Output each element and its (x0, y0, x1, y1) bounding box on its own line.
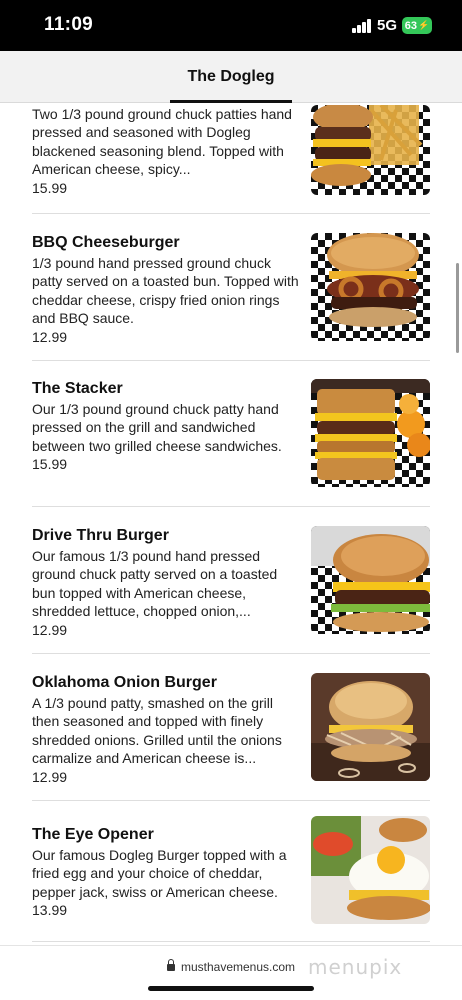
url-text: musthavemenus.com (180, 960, 296, 974)
restaurant-title[interactable]: The Dogleg (0, 68, 462, 86)
menu-item-price: 12.99 (32, 768, 68, 785)
battery-level: 63 (404, 19, 418, 32)
menu-item-price: 13.99 (32, 902, 68, 919)
scroll-indicator[interactable] (456, 263, 459, 353)
item-divider (32, 360, 430, 361)
menu-item-price: 15.99 (32, 179, 68, 196)
menu-item-price: 12.99 (32, 621, 68, 638)
menu-item-photo[interactable] (311, 105, 430, 195)
watermark-logo: menupix (308, 955, 403, 979)
menu-item-name: The Eye Opener (32, 826, 154, 843)
menu-item-photo[interactable] (311, 526, 430, 634)
menu-item-photo[interactable] (311, 816, 430, 924)
browser-bar: musthavemenus.com menupix (0, 945, 462, 1000)
item-divider (32, 941, 430, 942)
menu-item-photo[interactable] (311, 673, 430, 781)
menu-item-photo[interactable] (311, 379, 430, 487)
home-indicator[interactable] (148, 986, 314, 991)
signal-icon (352, 19, 372, 33)
menu-item-name: BBQ Cheeseburger (32, 234, 180, 251)
battery-icon: 63 ⚡ (402, 17, 432, 34)
menu-item-description: A 1/3 pound patty, smashed on the grill … (32, 695, 282, 767)
lock-icon (166, 959, 175, 971)
item-divider (32, 213, 430, 214)
menu-item[interactable]: Two 1/3 pound ground chuck patties hand … (32, 105, 430, 197)
menu-item-name: Drive Thru Burger (32, 527, 169, 544)
menu-item-description: 1/3 pound hand pressed ground chuck patt… (32, 255, 299, 327)
restaurant-header: The Dogleg (0, 51, 462, 103)
item-divider (32, 506, 430, 507)
item-divider (32, 653, 430, 654)
menu-item-description: Our famous 1/3 pound hand pressed ground… (32, 548, 278, 620)
menu-item-description: Our 1/3 pound ground chuck patty hand pr… (32, 401, 282, 454)
menu-item-name: Oklahoma Onion Burger (32, 674, 217, 691)
status-bar: 11:09 5G 63 ⚡ (0, 0, 462, 51)
network-label: 5G (377, 17, 398, 34)
menu-item-price: 15.99 (32, 456, 68, 473)
menu-item-description: Two 1/3 pound ground chuck patties hand … (32, 106, 292, 178)
menu-item-description: Our famous Dogleg Burger topped with a f… (32, 847, 287, 900)
menu-item-photo[interactable] (311, 233, 430, 341)
status-time: 11:09 (44, 14, 94, 35)
menu-item-name: The Stacker (32, 380, 123, 397)
menu-item-price: 12.99 (32, 328, 68, 345)
menu-list[interactable]: Two 1/3 pound ground chuck patties hand … (0, 103, 462, 945)
item-divider (32, 800, 430, 801)
